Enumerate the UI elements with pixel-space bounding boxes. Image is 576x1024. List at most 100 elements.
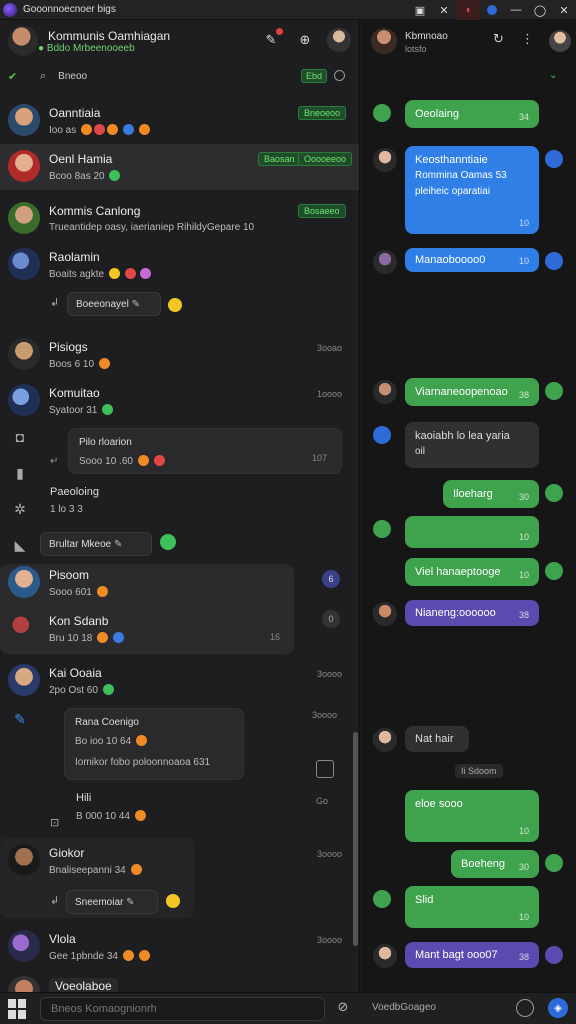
message-bubble[interactable]: Boeheng 30	[451, 850, 539, 878]
reply-icon: ↵	[50, 456, 59, 467]
status-icon[interactable]	[545, 562, 563, 580]
chat-item[interactable]: Komuitao Syatoor 31 1oooo	[0, 378, 359, 424]
message-bubble[interactable]: eloe sooo 10	[405, 790, 539, 842]
chat-preview-text: Sooo 601	[49, 587, 92, 598]
minimize-button[interactable]: —	[504, 0, 528, 20]
message-time: 10	[518, 912, 529, 922]
mute-icon[interactable]: ✎	[259, 28, 283, 52]
chat-item[interactable]: Voeolaboe	[0, 970, 359, 992]
reaction-icon[interactable]	[373, 426, 391, 444]
contact-avatar[interactable]	[371, 28, 397, 54]
filter-ring-icon[interactable]	[334, 70, 345, 81]
chat-item[interactable]: Pisiogs Boos 6 10 3ooao	[0, 332, 359, 378]
message-bubble[interactable]: Keosthanntiaie Rommina Oamas 53 pleiheic o…	[405, 146, 539, 234]
more-icon[interactable]: ⋮	[521, 31, 534, 47]
message-bubble[interactable]: kaoiabh lo lea yaria oil	[405, 422, 539, 468]
status-icon[interactable]	[545, 252, 563, 270]
close-button[interactable]: ✕	[552, 0, 576, 20]
maximize-button[interactable]: ◯	[528, 0, 552, 20]
status-icon[interactable]: ⊕	[293, 28, 317, 52]
settings-icon[interactable]: ✲	[10, 500, 30, 518]
reaction-icon[interactable]	[373, 104, 391, 122]
conversation-status: VoedbGoageo	[372, 1002, 436, 1013]
window-restore-icon[interactable]: ▣	[408, 0, 432, 20]
message-bubble[interactable]: Oeolaing 34	[405, 100, 539, 128]
sender-avatar	[373, 728, 397, 752]
chat-avatar	[8, 566, 40, 598]
record-icon[interactable]: ◖	[456, 0, 480, 20]
status-icon[interactable]	[545, 150, 563, 168]
quick-reply-pill[interactable]: Brultar Mkeoe ✎	[40, 532, 152, 556]
message-bubble[interactable]: Manaoboooo0 10	[405, 248, 539, 272]
chat-avatar	[8, 202, 40, 234]
message-bubble[interactable]: Iloeharg 30	[443, 480, 539, 508]
chat-item[interactable]: Oanntiaia Ioo as Bneoeoo	[0, 98, 359, 144]
scrollbar[interactable]	[353, 732, 358, 946]
message-text: Oeolaing	[415, 108, 460, 120]
status-icon[interactable]	[545, 946, 563, 964]
search-input[interactable]	[58, 70, 259, 82]
card-time: 107	[311, 453, 327, 463]
message-bubble[interactable]: Nat hair	[405, 726, 469, 752]
start-menu-icon[interactable]	[8, 998, 28, 1019]
message-bubble[interactable]: Nianeng:oooooo 38	[405, 600, 539, 626]
book-icon[interactable]: ▮	[10, 464, 30, 482]
chevron-down-icon[interactable]: ⌄	[549, 70, 557, 81]
chat-item[interactable]: Giokor Bnaliseepanni 34 3oooo	[0, 838, 359, 884]
app-icon	[3, 2, 17, 17]
chat-item[interactable]: Pisoom Sooo 601	[0, 560, 359, 606]
message-card[interactable]: Pilo rloarion Sooo 10 .60 107	[68, 428, 342, 474]
chat-name: Kon Sdanb	[49, 614, 109, 628]
message-time: 34	[518, 112, 529, 122]
filter-tag[interactable]: Ebd	[300, 69, 327, 83]
send-button[interactable]: ◈	[548, 998, 568, 1018]
media-icon[interactable]: ◣	[10, 536, 30, 554]
message-bubble[interactable]: Viarnaneoopenoao 38	[405, 378, 539, 406]
account-avatar[interactable]	[327, 28, 351, 52]
chat-item[interactable]: Kai Ooaia 2po Ost 60 3oooo	[0, 658, 359, 704]
message-time: 38	[518, 610, 529, 620]
gallery-icon[interactable]	[316, 760, 334, 778]
message-bubble[interactable]: Slid 10	[405, 886, 539, 928]
pin-icon[interactable]: ✕	[432, 0, 456, 20]
message-text: Iloeharg	[453, 488, 493, 500]
message-bubble[interactable]: Viel hanaeptooge 10	[405, 558, 539, 586]
card-line: Sooo 10 .60	[79, 455, 165, 467]
message-bubble[interactable]: Mant bagt ooo07 38	[405, 942, 539, 968]
compose-icon[interactable]: ✎	[10, 710, 30, 728]
chat-time: 1oooo	[316, 389, 342, 399]
camera-icon[interactable]: ◘	[10, 428, 30, 446]
message-card[interactable]: Rana Coenigo Bo ioo 10 64 Iomikor fobo p…	[64, 708, 244, 780]
section-line: B 000 10 44	[76, 810, 146, 822]
quick-reply-pill[interactable]: Boeeonayel ✎	[67, 292, 161, 316]
attach-icon[interactable]: ⊘	[334, 999, 352, 1017]
my-avatar[interactable]	[549, 30, 571, 52]
status-icon[interactable]	[545, 854, 563, 872]
card-line-2: Iomikor fobo poloonnoaoa 631	[75, 757, 211, 768]
chat-item[interactable]: Vlola Gee 1pbnde 34 3oooo	[0, 924, 359, 970]
refresh-icon[interactable]: ↻	[493, 31, 504, 47]
message-text: Mant bagt ooo07	[415, 949, 498, 961]
quick-reply-pill[interactable]: Sneemoiar ✎	[66, 890, 158, 914]
account-icon[interactable]	[480, 0, 504, 20]
status-icon[interactable]	[545, 382, 563, 400]
reaction-icon[interactable]	[373, 520, 391, 538]
contact-status: lotsfo	[405, 44, 427, 54]
chat-avatar	[8, 248, 40, 280]
sender-avatar	[373, 148, 397, 172]
sender-avatar	[373, 602, 397, 626]
message-input[interactable]	[40, 997, 325, 1021]
reaction-icon[interactable]	[373, 890, 391, 908]
chat-preview-text: Bcoo 8as 20	[49, 171, 105, 182]
chat-item[interactable]: Kommis Canlong Trueantidep oasy, iaerian…	[0, 196, 359, 242]
message-bubble[interactable]: 10	[405, 516, 539, 548]
message-text: Viarnaneoopenoao	[415, 386, 508, 398]
profile-avatar[interactable]	[8, 26, 38, 56]
chat-item[interactable]: Kon Sdanb Bru 10 18 16	[0, 606, 359, 652]
conversation-header: Kbmnoao lotsfo ↻ ⋮	[361, 20, 576, 62]
emoji-picker-icon[interactable]	[516, 999, 534, 1017]
message-time: 10	[518, 570, 529, 580]
chat-item-selected[interactable]: Oenl Hamia Bcoo 8as 20 Baosan Ooooeeoo	[0, 144, 359, 190]
status-icon[interactable]	[545, 484, 563, 502]
chat-item[interactable]: Raolamin Boaits agkte	[0, 242, 359, 288]
